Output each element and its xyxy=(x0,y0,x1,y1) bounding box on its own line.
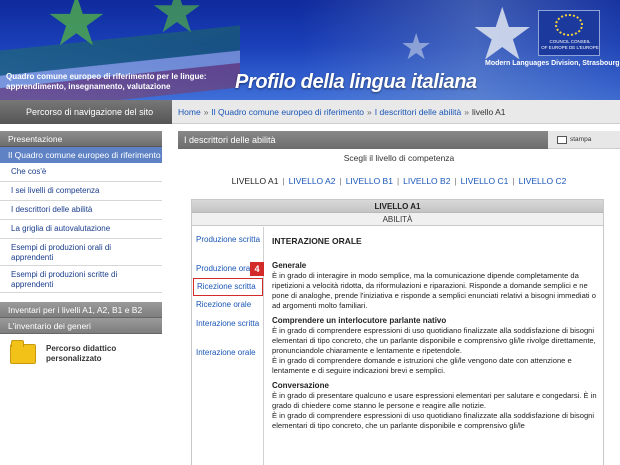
logo-text: COUNCIL CONSEIL OF EUROPE DE L'EUROPE xyxy=(541,39,599,50)
sidebar-item-descriptors[interactable]: I descrittori delle abilità xyxy=(0,201,162,220)
breadcrumb-descriptors[interactable]: I descrittori delle abilità xyxy=(375,107,461,117)
descriptor-content: INTERAZIONE ORALE Generale È in grado di… xyxy=(272,236,598,431)
tagline-line-2: apprendimento, insegnamento, valutazione xyxy=(6,82,171,91)
section-text: È in grado di presentare qualcuno e usar… xyxy=(272,391,597,410)
tab-written-interaction[interactable]: Interazione scritta xyxy=(196,319,262,329)
sidebar-item-framework[interactable]: Il Quadro comune europeo di riferimento xyxy=(0,147,162,163)
table-level-header: LIVELLO A1 xyxy=(192,200,603,213)
level-c2-link[interactable]: LIVELLO C2 xyxy=(519,176,567,186)
table-abilities-header: ABILITÀ xyxy=(192,213,603,226)
level-a1: LIVELLO A1 xyxy=(231,176,279,186)
folder-label[interactable]: Percorso didattico personalizzato xyxy=(46,344,146,364)
tab-oral-interaction[interactable]: Interazione orale xyxy=(196,348,262,358)
sidebar-item-written-samples[interactable]: Esempi di produzioni scritte di apprende… xyxy=(0,266,162,293)
breadcrumb-separator: » xyxy=(203,107,209,117)
section-heading: Conversazione xyxy=(272,381,329,390)
folder-icon xyxy=(10,340,36,364)
tab-oral-reception[interactable]: Ricezione orale xyxy=(196,300,262,310)
print-label: stampa xyxy=(570,136,592,143)
star-icon: ★ xyxy=(45,0,108,62)
breadcrumb-current: livello A1 xyxy=(471,107,506,117)
star-icon: ★ xyxy=(150,0,204,47)
page-title: I descrittori delle abilità xyxy=(178,131,548,149)
level-b1-link[interactable]: LIVELLO B1 xyxy=(346,176,393,186)
section-text: È in grado di interagire in modo semplic… xyxy=(272,271,596,310)
section-heading: Generale xyxy=(272,261,307,270)
section-text: È in grado di comprendere espressioni di… xyxy=(272,326,596,355)
breadcrumb-home[interactable]: Home xyxy=(178,107,201,117)
site-tagline: Quadro comune europeo di riferimento per… xyxy=(6,72,206,92)
descriptor-table: LIVELLO A1 ABILITÀ Produzione scritta Pr… xyxy=(191,199,604,465)
step-badge: 4 xyxy=(250,262,264,276)
level-a2-link[interactable]: LIVELLO A2 xyxy=(289,176,336,186)
breadcrumb: Home» Il Quadro comune europeo di riferim… xyxy=(178,100,506,124)
breadcrumb-framework[interactable]: Il Quadro comune europeo di riferimento xyxy=(211,107,364,117)
sidebar-item-oral-samples[interactable]: Esempi di produzioni orali di apprendent… xyxy=(0,239,162,266)
section-text: È in grado di comprendere domande e istr… xyxy=(272,356,572,375)
site-header: ★ ★ ★ ★ Quadro comune europeo di riferim… xyxy=(0,0,620,100)
section-heading: Comprendere un interlocutore parlante na… xyxy=(272,316,447,325)
tagline-line-1: Quadro comune europeo di riferimento per… xyxy=(6,72,207,81)
section-text: È in grado di comprendere espressioni di… xyxy=(272,411,595,430)
tab-written-production[interactable]: Produzione scritta xyxy=(196,235,262,245)
level-c1-link[interactable]: LIVELLO C1 xyxy=(461,176,509,186)
eu-stars-icon xyxy=(555,14,583,36)
navigation-bar: Percorso di navigazione del sito Home» Il… xyxy=(0,100,620,124)
tab-written-reception[interactable]: Ricezione scritta xyxy=(193,278,263,296)
printer-icon xyxy=(557,136,567,144)
sidebar-item-what-is[interactable]: Che cos'è xyxy=(0,163,162,182)
council-of-europe-logo[interactable]: COUNCIL CONSEIL OF EUROPE DE L'EUROPE xyxy=(538,10,600,56)
division-label: Modern Languages Division, Strasbourg xyxy=(485,60,620,67)
print-button[interactable]: stampa xyxy=(548,131,620,149)
breadcrumb-separator: » xyxy=(367,107,372,117)
sidebar: Presentazione Il Quadro comune europeo d… xyxy=(0,131,162,334)
sidebar-item-self-assessment[interactable]: La griglia di autovalutazione xyxy=(0,220,162,239)
level-b2-link[interactable]: LIVELLO B2 xyxy=(403,176,450,186)
site-title[interactable]: Profilo della lingua italiana xyxy=(235,71,477,94)
level-selector: LIVELLO A1 | LIVELLO A2 | LIVELLO B1 | LIVELLO… xyxy=(231,176,567,186)
sidebar-item-six-levels[interactable]: I sei livelli di competenza xyxy=(0,182,162,201)
breadcrumb-separator: » xyxy=(464,107,469,117)
sidebar-section-presentazione[interactable]: Presentazione xyxy=(0,131,162,147)
choose-level-label: Scegli il livello di competenza xyxy=(343,153,455,163)
star-icon: ★ xyxy=(400,27,433,68)
content-title: INTERAZIONE ORALE xyxy=(272,236,362,246)
site-path-label: Percorso di navigazione del sito xyxy=(0,100,172,124)
sidebar-section-genres[interactable]: L'inventario dei generi xyxy=(0,318,162,334)
sidebar-section-inventories[interactable]: Inventari per i livelli A1, A2, B1 e B2 xyxy=(0,302,162,318)
